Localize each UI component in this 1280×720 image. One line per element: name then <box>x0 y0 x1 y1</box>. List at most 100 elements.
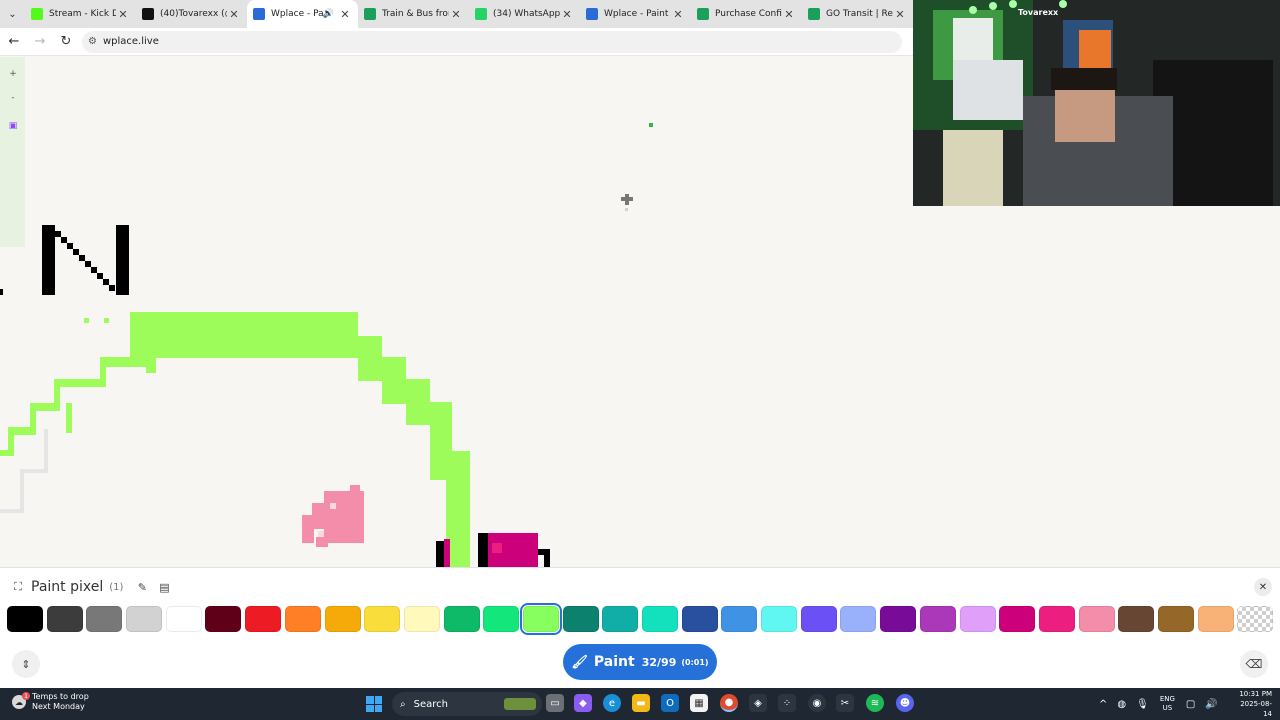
color-swatch[interactable] <box>284 606 321 632</box>
browser-tab[interactable]: Purchase Confirm✕ <box>691 0 802 28</box>
file-explorer-icon[interactable]: ▬ <box>632 694 650 712</box>
site-settings-icon[interactable]: ⚙ <box>88 36 97 47</box>
back-button[interactable]: ← <box>2 30 26 54</box>
color-swatch[interactable] <box>1038 606 1075 632</box>
forward-button[interactable]: → <box>28 30 52 54</box>
color-swatch[interactable] <box>205 606 242 632</box>
color-swatch[interactable] <box>165 606 202 632</box>
zoom-in-button[interactable]: + <box>7 68 19 80</box>
color-swatch[interactable] <box>46 606 83 632</box>
fullscreen-icon[interactable]: ⛶ <box>7 580 29 594</box>
chrome-icon[interactable]: ● <box>720 694 738 712</box>
task-view-icon[interactable]: ▭ <box>546 694 564 712</box>
color-swatch[interactable] <box>245 606 282 632</box>
pencil-icon[interactable]: ✎ <box>131 581 153 594</box>
color-swatch[interactable] <box>1197 606 1234 632</box>
streamer-name: Tovarexx <box>1018 8 1059 17</box>
browser-tab[interactable]: (40)Tovarexx (@tr✕ <box>136 0 247 28</box>
color-swatch[interactable] <box>602 606 639 632</box>
weather-widget[interactable]: ☁ 1 Temps to drop Next Monday <box>12 692 89 712</box>
color-swatch[interactable] <box>562 606 599 632</box>
paint-button[interactable]: 🖌 Paint 32/99 (0:01) <box>563 644 717 680</box>
color-swatch[interactable] <box>959 606 996 632</box>
paint-button-label: Paint <box>593 654 635 670</box>
capcut-icon[interactable]: ✂ <box>836 694 854 712</box>
color-swatch[interactable] <box>86 606 123 632</box>
color-swatch[interactable] <box>919 606 956 632</box>
outlook-icon[interactable]: O <box>661 694 679 712</box>
color-swatch[interactable] <box>483 606 520 632</box>
color-swatch[interactable] <box>1118 606 1155 632</box>
notification-badge: 1 <box>22 692 30 700</box>
close-tab-icon[interactable]: ✕ <box>671 8 685 21</box>
clock-date: 2025-08-14 <box>1240 700 1272 718</box>
color-swatch[interactable] <box>840 606 877 632</box>
close-tab-icon[interactable]: ✕ <box>227 8 241 21</box>
pixel-count: (1) <box>109 581 124 593</box>
tray-app-icon[interactable]: ◍ <box>1117 699 1126 710</box>
close-tab-icon[interactable]: ✕ <box>782 8 796 21</box>
color-swatch[interactable] <box>7 606 43 632</box>
browser-tab[interactable]: GO Transit | Regio✕ <box>802 0 913 28</box>
copilot-icon[interactable]: ◆ <box>574 694 592 712</box>
color-swatch[interactable] <box>800 606 837 632</box>
browser-tab[interactable]: Stream - Kick Das✕ <box>25 0 136 28</box>
edge-icon[interactable]: e <box>603 694 621 712</box>
speaker-icon[interactable]: 🔊 <box>323 9 334 19</box>
tab-search-button[interactable]: ⌄ <box>4 4 21 24</box>
start-button[interactable] <box>366 696 382 712</box>
language-indicator[interactable]: ENG US <box>1160 695 1175 713</box>
color-swatch[interactable] <box>1078 606 1115 632</box>
whatsapp-icon <box>475 8 487 20</box>
close-tab-icon[interactable]: ✕ <box>560 8 574 21</box>
color-swatch[interactable] <box>721 606 758 632</box>
paint-timer: (0:01) <box>681 657 709 667</box>
color-swatch[interactable] <box>324 606 361 632</box>
color-swatch[interactable] <box>681 606 718 632</box>
color-swatch[interactable] <box>1157 606 1194 632</box>
browser-tab[interactable]: (34) WhatsApp ✕ <box>469 0 580 28</box>
color-swatch[interactable] <box>519 603 562 635</box>
close-tab-icon[interactable]: ✕ <box>338 8 352 21</box>
apps-grid-icon[interactable]: ⁘ <box>778 694 796 712</box>
color-swatch[interactable] <box>364 606 401 632</box>
obs-icon[interactable]: ◉ <box>808 694 826 712</box>
display-icon[interactable]: ▢ <box>1186 699 1195 710</box>
close-tab-icon[interactable]: ✕ <box>893 8 907 21</box>
move-cursor-icon <box>621 194 633 211</box>
discord-icon[interactable]: ☻ <box>896 694 914 712</box>
browser-tab[interactable]: Train & Bus from✕ <box>358 0 469 28</box>
address-bar[interactable]: ⚙ wplace.live <box>82 30 902 53</box>
weather-line-2: Next Monday <box>32 702 85 711</box>
color-swatch[interactable] <box>403 606 440 632</box>
browser-tab[interactable]: Wplace - Paint th✕ <box>580 0 691 28</box>
twitch-icon[interactable]: ▣ <box>7 120 19 132</box>
search-highlight-image <box>504 698 536 710</box>
microphone-icon[interactable]: 🎙 <box>1136 699 1149 710</box>
close-tab-icon[interactable]: ✕ <box>116 8 130 21</box>
close-tab-icon[interactable]: ✕ <box>449 8 463 21</box>
layers-icon[interactable]: ▤ <box>153 581 175 594</box>
tab-label: Wplace - Pain <box>271 9 323 19</box>
expand-palette-button[interactable]: ⇕ <box>12 650 40 678</box>
close-panel-button[interactable]: ✕ <box>1254 578 1272 596</box>
volume-icon[interactable]: 🔊 <box>1205 699 1217 710</box>
close-icon: ✕ <box>1258 581 1268 593</box>
clock[interactable]: 10:31 PM 2025-08-14 <box>1237 689 1272 719</box>
eraser-button[interactable]: ⌫ <box>1240 650 1268 678</box>
network-app-icon[interactable]: ◈ <box>749 694 767 712</box>
color-swatch[interactable] <box>880 606 917 632</box>
color-swatch[interactable] <box>126 606 163 632</box>
color-swatch[interactable] <box>999 606 1036 632</box>
taskbar-search[interactable]: ⌕ Search <box>392 692 542 716</box>
store-icon[interactable]: ▦ <box>690 694 708 712</box>
color-swatch-transparent[interactable] <box>1237 606 1274 632</box>
zoom-out-button[interactable]: - <box>7 92 19 104</box>
reload-button[interactable]: ↻ <box>54 30 78 54</box>
browser-tab[interactable]: Wplace - Pain🔊 ✕ <box>247 0 358 28</box>
spotify-icon[interactable]: ≋ <box>866 694 884 712</box>
color-swatch[interactable] <box>761 606 798 632</box>
chevron-up-icon[interactable]: ^ <box>1099 699 1107 710</box>
color-swatch[interactable] <box>443 606 480 632</box>
color-swatch[interactable] <box>642 606 678 632</box>
